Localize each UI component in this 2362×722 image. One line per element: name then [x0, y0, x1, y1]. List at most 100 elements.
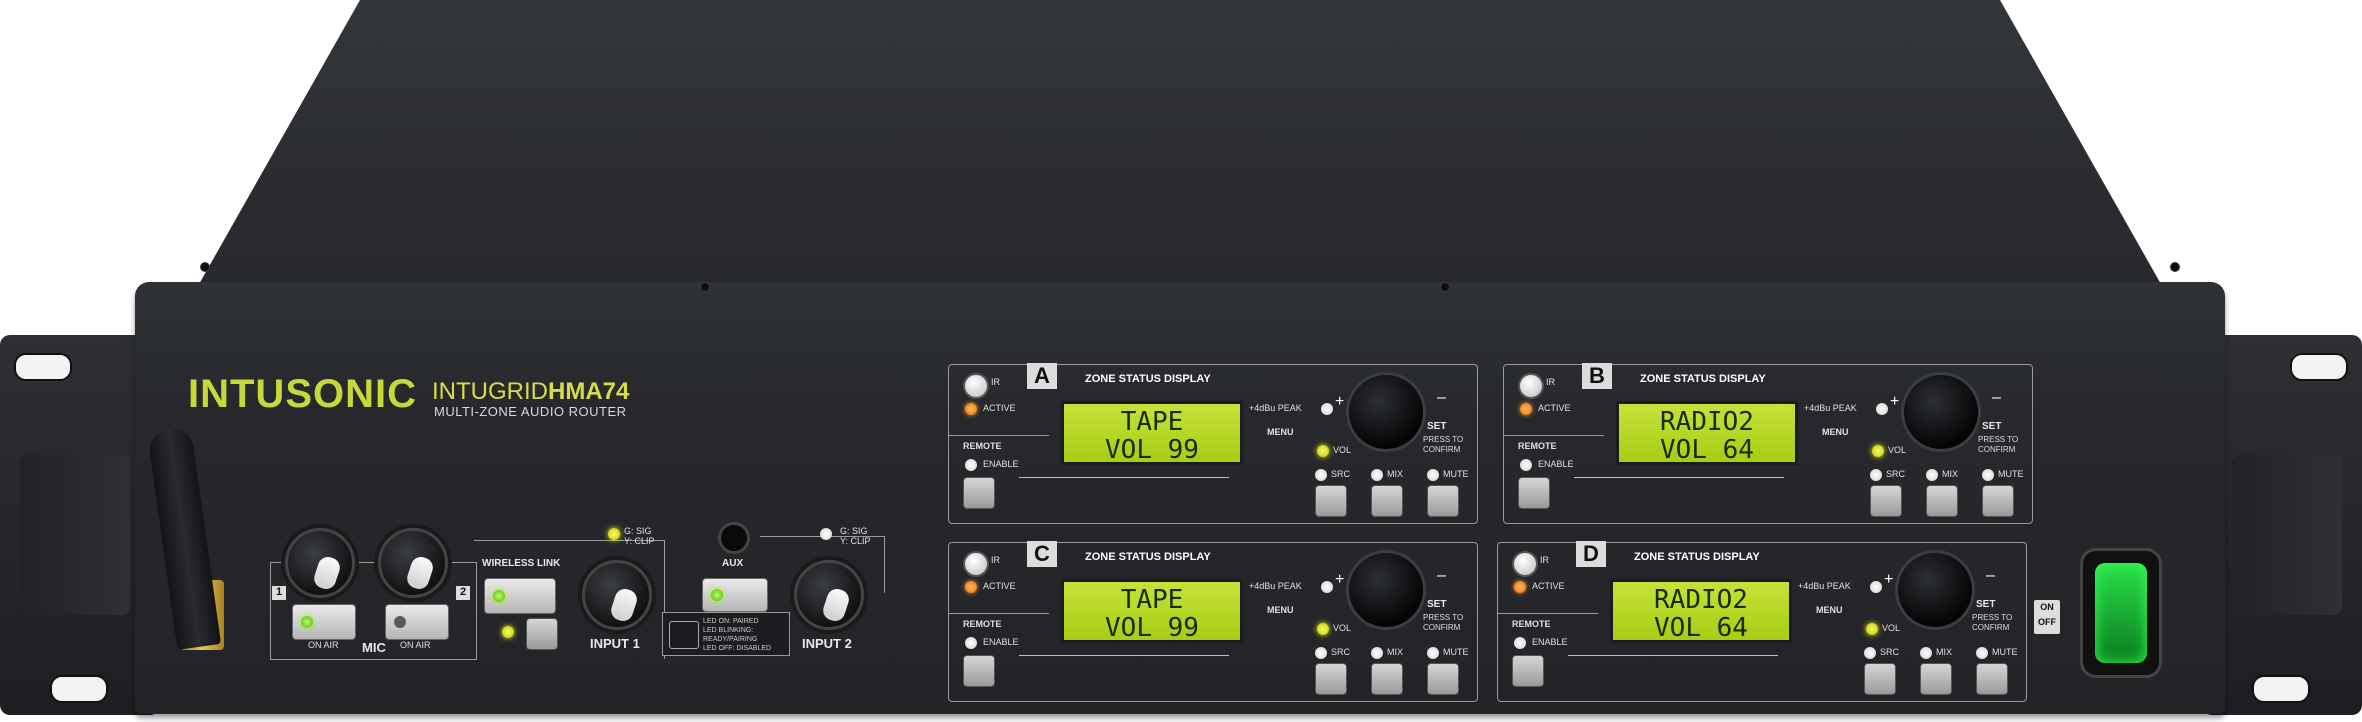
- zone-status-title: ZONE STATUS DISPLAY: [1634, 551, 1760, 563]
- confirm-label: CONFIRM: [1978, 445, 2016, 454]
- arrow-line: [1568, 655, 1778, 656]
- peak-label: +4dBu PEAK: [1798, 581, 1851, 591]
- mute-button[interactable]: [1982, 485, 2014, 517]
- mute-button[interactable]: [1427, 485, 1459, 517]
- zone-panel-a: IR A ZONE STATUS DISPLAY ACTIVE TAPE VOL…: [948, 363, 1478, 524]
- input2-level-knob[interactable]: [794, 560, 864, 630]
- peak-label: +4dBu PEAK: [1249, 403, 1302, 413]
- ir-button[interactable]: [1512, 551, 1538, 577]
- ir-label: IR: [1546, 377, 1555, 387]
- aux-button[interactable]: [702, 578, 768, 612]
- menu-label: MENU: [1267, 427, 1294, 437]
- ir-button[interactable]: [963, 373, 989, 399]
- press-label: PRESS TO: [1423, 435, 1464, 444]
- src-button[interactable]: [1315, 485, 1347, 517]
- press-label: PRESS TO: [1972, 613, 2013, 622]
- rack-slot: [2252, 675, 2310, 703]
- vol-label: VOL: [1333, 445, 1352, 455]
- remote-enable-button[interactable]: [963, 655, 995, 687]
- wireless-sig-clip: G: SIG Y: CLIP: [624, 526, 655, 546]
- chassis-top: [190, 0, 2170, 300]
- wireless-sig-led: [608, 528, 620, 540]
- active-label: ACTIVE: [1532, 581, 1565, 591]
- src-led: [1864, 647, 1876, 659]
- confirm-label: CONFIRM: [1972, 623, 2010, 632]
- mix-button[interactable]: [1371, 663, 1403, 695]
- handle: [20, 455, 130, 615]
- aux-sig-text: G: SIG: [840, 526, 868, 536]
- mic2-gain-knob[interactable]: [378, 528, 448, 598]
- power-rocker[interactable]: [2095, 563, 2147, 663]
- mix-label: MIX: [1387, 647, 1404, 657]
- input1-level-knob[interactable]: [582, 560, 652, 630]
- mix-button[interactable]: [1926, 485, 1958, 517]
- mute-led: [1427, 647, 1439, 659]
- confirm-label: CONFIRM: [1423, 445, 1461, 454]
- screw: [200, 262, 210, 272]
- remote-enable-button[interactable]: [1512, 655, 1544, 687]
- aux-clip-text: Y: CLIP: [840, 536, 871, 546]
- set-label: SET: [1982, 421, 2002, 432]
- plus-label: +: [1335, 393, 1345, 410]
- src-button[interactable]: [1870, 485, 1902, 517]
- zone-encoder-knob[interactable]: [1904, 375, 1978, 449]
- zone-letter: D: [1576, 541, 1606, 567]
- mute-label: MUTE: [1443, 647, 1469, 657]
- press-label: PRESS TO: [1978, 435, 2019, 444]
- wireless-link-led: [493, 590, 505, 602]
- src-label: SRC: [1880, 647, 1900, 657]
- menu-label: MENU: [1267, 605, 1294, 615]
- remote-label: REMOTE: [963, 441, 1002, 451]
- aux-led: [711, 589, 723, 601]
- power-on-label: ON: [2040, 602, 2054, 612]
- src-button[interactable]: [1315, 663, 1347, 695]
- mix-led: [1371, 647, 1383, 659]
- remote-enable-button[interactable]: [963, 477, 995, 509]
- zone-status-title: ZONE STATUS DISPLAY: [1085, 373, 1211, 385]
- menu-label: MENU: [1822, 427, 1849, 437]
- mic1-led: [301, 616, 313, 628]
- aux-jack[interactable]: [718, 522, 750, 554]
- ir-button[interactable]: [963, 551, 989, 577]
- brand-logo: INTUSONIC: [188, 372, 417, 416]
- remote-enable-button[interactable]: [1518, 477, 1550, 509]
- mic1-onair-button[interactable]: [292, 604, 356, 640]
- power-off-label: OFF: [2038, 617, 2056, 627]
- mix-button[interactable]: [1371, 485, 1403, 517]
- src-led: [1315, 469, 1327, 481]
- lcd-line-2: VOL 64: [1654, 613, 1748, 643]
- zone-letter: C: [1027, 541, 1057, 567]
- mic1-gain-knob[interactable]: [285, 528, 355, 598]
- mix-button[interactable]: [1920, 663, 1952, 695]
- set-label: SET: [1427, 599, 1447, 610]
- zone-encoder-knob[interactable]: [1898, 553, 1972, 627]
- src-label: SRC: [1331, 469, 1351, 479]
- set-label: SET: [1976, 599, 1996, 610]
- mute-button[interactable]: [1427, 663, 1459, 695]
- screw: [2170, 262, 2180, 272]
- mix-label: MIX: [1942, 469, 1959, 479]
- mic2-onair-label: ON AIR: [400, 640, 431, 650]
- mic2-onair-button[interactable]: [385, 604, 449, 640]
- power-switch[interactable]: [2080, 548, 2162, 678]
- handle: [2232, 455, 2342, 615]
- aux-label: AUX: [722, 558, 744, 569]
- zone-encoder-knob[interactable]: [1349, 553, 1423, 627]
- screw: [1440, 282, 1450, 292]
- remote-label: REMOTE: [1518, 441, 1557, 451]
- wireless-pair-button[interactable]: [526, 618, 558, 650]
- lcd-line-1: RADIO2: [1660, 407, 1754, 437]
- zone-encoder-knob[interactable]: [1349, 375, 1423, 449]
- plus-label: +: [1335, 571, 1345, 588]
- input1-label: INPUT 1: [590, 636, 640, 651]
- mute-button[interactable]: [1976, 663, 2008, 695]
- wireless-link-button[interactable]: [484, 578, 556, 614]
- peak-led: [1321, 403, 1333, 415]
- active-led: [1520, 403, 1532, 415]
- active-led: [965, 581, 977, 593]
- zone-status-title: ZONE STATUS DISPLAY: [1640, 373, 1766, 385]
- src-button[interactable]: [1864, 663, 1896, 695]
- zone-panel-b: IR B ZONE STATUS DISPLAY ACTIVE RADIO2 V…: [1503, 363, 2033, 524]
- remote-led: [1514, 637, 1526, 649]
- ir-button[interactable]: [1518, 373, 1544, 399]
